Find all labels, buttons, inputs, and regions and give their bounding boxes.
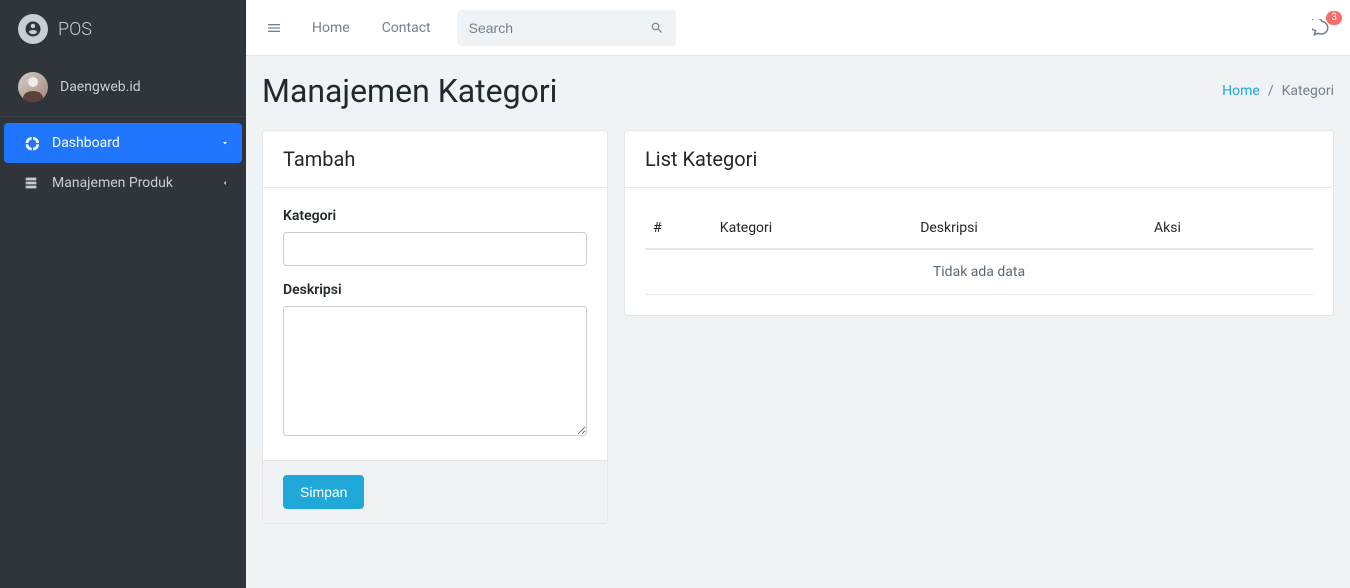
topnav-home[interactable]: Home <box>306 20 356 36</box>
breadcrumb-current: Kategori <box>1282 83 1334 99</box>
sidebar-item-dashboard[interactable]: Dashboard <box>4 123 242 163</box>
category-table: # Kategori Deskripsi Aksi Tidak ada data <box>645 208 1313 295</box>
card-header-add: Tambah <box>263 131 607 188</box>
col-aksi: Aksi <box>1146 208 1313 249</box>
search-input[interactable] <box>469 20 650 36</box>
add-category-card: Tambah Kategori Deskripsi <box>262 130 608 524</box>
kategori-input[interactable] <box>283 232 587 266</box>
kategori-label: Kategori <box>283 208 587 224</box>
table-row-empty: Tidak ada data <box>645 249 1313 295</box>
server-icon <box>22 175 40 191</box>
avatar <box>18 72 48 102</box>
col-index: # <box>645 208 712 249</box>
sidebar-item-label: Dashboard <box>52 135 120 151</box>
chevron-down-icon <box>220 138 230 148</box>
page-header: Manajemen Kategori Home / Kategori <box>262 72 1334 110</box>
topnav-contact[interactable]: Contact <box>376 20 437 36</box>
dashboard-icon <box>22 135 40 151</box>
save-button[interactable]: Simpan <box>283 475 364 509</box>
hamburger-icon[interactable] <box>262 16 286 40</box>
sidebar-item-label: Manajemen Produk <box>52 175 173 191</box>
page-title: Manajemen Kategori <box>262 72 557 110</box>
content: Manajemen Kategori Home / Kategori Tamba… <box>246 56 1350 556</box>
user-row[interactable]: Daengweb.id <box>0 58 246 117</box>
breadcrumb-separator: / <box>1268 83 1274 99</box>
breadcrumb-home[interactable]: Home <box>1222 83 1260 99</box>
user-name: Daengweb.id <box>60 79 141 95</box>
sidebar-item-manajemen-produk[interactable]: Manajemen Produk <box>4 163 242 203</box>
col-deskripsi: Deskripsi <box>912 208 1146 249</box>
chevron-left-icon <box>220 178 230 188</box>
search-wrap <box>457 10 676 46</box>
notif-badge: 3 <box>1326 11 1342 25</box>
deskripsi-textarea[interactable] <box>283 306 587 436</box>
brand-name: POS <box>58 19 92 40</box>
list-category-card: List Kategori # Kategori Deskripsi Aksi <box>624 130 1334 316</box>
empty-state-text: Tidak ada data <box>645 249 1313 295</box>
sidebar: POS Daengweb.id Dashboard Manajemen Prod… <box>0 0 246 588</box>
chat-icon[interactable]: 3 <box>1308 15 1334 41</box>
search-icon[interactable] <box>650 21 664 35</box>
brand-logo-icon <box>18 14 48 44</box>
deskripsi-label: Deskripsi <box>283 282 587 298</box>
topbar: Home Contact 3 <box>246 0 1350 56</box>
sidebar-nav: Dashboard Manajemen Produk <box>0 117 246 203</box>
brand[interactable]: POS <box>0 0 246 58</box>
card-header-list: List Kategori <box>625 131 1333 188</box>
main: Home Contact 3 Manajemen Kategori Home <box>246 0 1350 588</box>
col-kategori: Kategori <box>712 208 912 249</box>
breadcrumb: Home / Kategori <box>1222 83 1334 99</box>
